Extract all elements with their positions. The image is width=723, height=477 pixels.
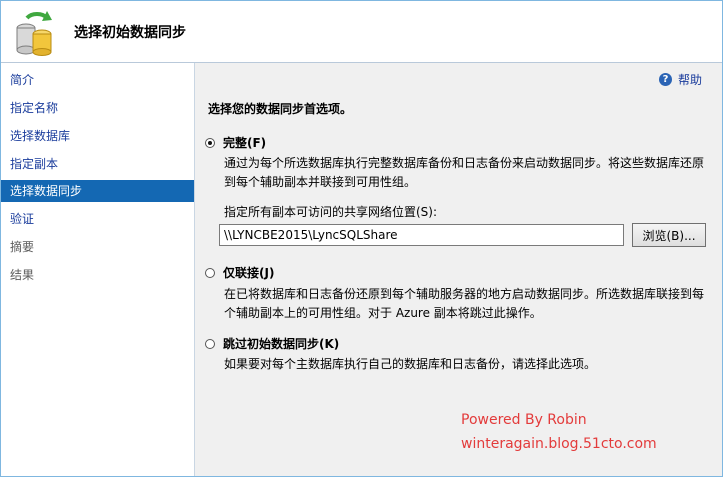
browse-button[interactable]: 浏览(B)... [632,223,706,247]
option-skip-sync[interactable]: 跳过初始数据同步(K) [205,335,339,352]
database-sync-icon [16,11,52,56]
option-skip-sync-label[interactable]: 跳过初始数据同步(K) [223,335,339,352]
page-title: 选择初始数据同步 [74,25,186,41]
section-prompt: 选择您的数据同步首选项。 [208,102,353,116]
radio-skip-sync[interactable] [205,338,215,349]
help-icon: ? [658,73,672,86]
sidebar-item-select-databases[interactable]: 选择数据库 [1,125,194,147]
radio-join-only[interactable] [205,267,215,278]
wizard-header: 选择初始数据同步 [1,1,722,63]
sidebar-item-specify-name[interactable]: 指定名称 [1,97,194,119]
help-link[interactable]: ? 帮助 [658,71,702,88]
sidebar-item-specify-replicas[interactable]: 指定副本 [1,153,194,175]
watermark-line2: winteragain.blog.51cto.com [461,436,657,452]
option-join-only-description: 在已将数据库和日志备份还原到每个辅助服务器的地方启动数据同步。所选数据库联接到每… [224,287,705,320]
sidebar-item-select-data-sync[interactable]: 选择数据同步 [1,180,194,202]
option-join-only[interactable]: 仅联接(J) [205,264,274,281]
wizard-window: 选择初始数据同步 简介 指定名称 选择数据库 指定副本 选择数据同步 验证 摘要… [0,0,723,477]
option-join-only-label[interactable]: 仅联接(J) [223,264,274,281]
sidebar-item-validation[interactable]: 验证 [1,208,194,230]
sidebar-item-summary: 摘要 [10,240,35,254]
sidebar-item-results: 结果 [10,268,35,282]
share-path-input[interactable] [219,224,624,246]
radio-full[interactable] [205,137,215,148]
option-full-description: 通过为每个所选数据库执行完整数据库备份和日志备份来启动数据同步。将这些数据库还原… [224,156,705,189]
wizard-steps-sidebar: 简介 指定名称 选择数据库 指定副本 选择数据同步 验证 摘要 结果 [1,63,195,476]
watermark-line1: Powered By Robin [461,412,587,428]
option-skip-sync-description: 如果要对每个主数据库执行自己的数据库和日志备份，请选择此选项。 [224,357,597,371]
share-location-label: 指定所有副本可访问的共享网络位置(S): [224,205,438,219]
help-label: 帮助 [677,73,702,87]
option-full-label[interactable]: 完整(F) [223,134,266,151]
option-full[interactable]: 完整(F) [205,134,266,151]
main-panel: ? 帮助 选择您的数据同步首选项。 完整(F) 通过为每个所选数据库执行完整数据… [195,63,722,476]
sidebar-item-introduction[interactable]: 简介 [1,69,194,91]
